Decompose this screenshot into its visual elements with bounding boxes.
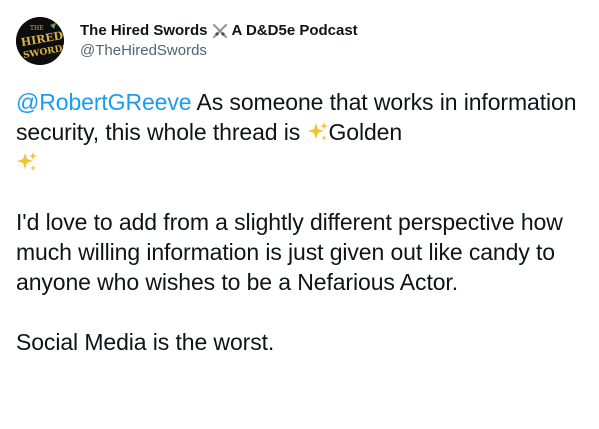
crossed-swords-icon [211, 22, 229, 40]
tweet-header: THE HIRED SWORDS The Hired Swords A D&D5… [16, 16, 583, 66]
sparkles-icon [16, 150, 38, 172]
svg-text:THE: THE [30, 25, 44, 32]
author-handle[interactable]: @TheHiredSwords [80, 41, 358, 61]
tweet-paragraph-1: @RobertGReeve As someone that works in i… [16, 87, 583, 177]
golden-word: Golden [328, 119, 403, 145]
display-name[interactable]: The Hired Swords A D&D5e Podcast [80, 21, 358, 41]
tweet-paragraph-3: Social Media is the worst. [16, 329, 275, 355]
display-name-part1[interactable]: The Hired Swords [80, 21, 208, 41]
author-info: The Hired Swords A D&D5e Podcast @TheHir… [80, 21, 358, 61]
sparkles-icon [307, 120, 329, 142]
podcast-logo-icon[interactable]: THE HIRED SWORDS [16, 17, 64, 65]
mention-link[interactable]: @RobertGReeve [16, 89, 192, 115]
tweet-card: THE HIRED SWORDS The Hired Swords A D&D5… [0, 0, 599, 429]
display-name-part2[interactable]: A D&D5e Podcast [232, 21, 358, 41]
tweet-text: @RobertGReeve As someone that works in i… [16, 87, 583, 357]
tweet-paragraph-2: I'd love to add from a slightly differen… [16, 209, 563, 295]
